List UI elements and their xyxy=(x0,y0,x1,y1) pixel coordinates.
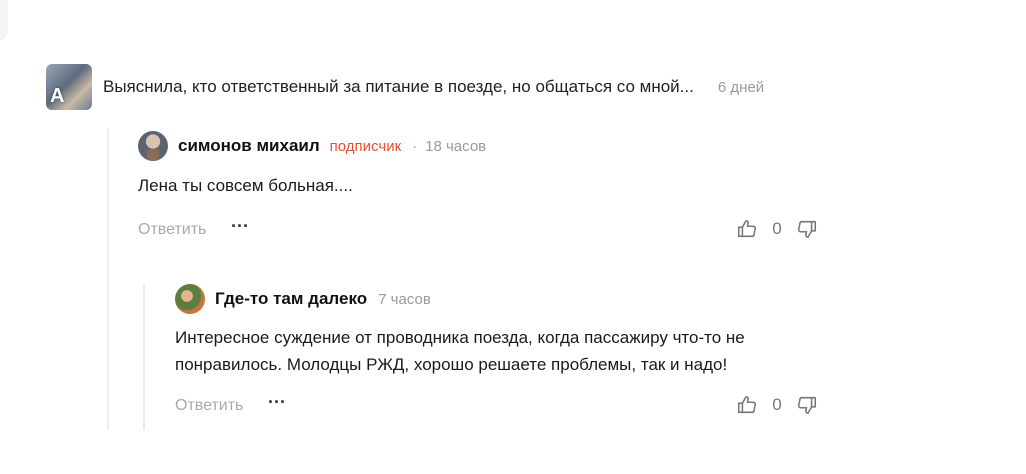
avatar[interactable] xyxy=(175,284,205,314)
thumbs-down-icon[interactable] xyxy=(796,394,818,416)
thumbs-up-icon[interactable] xyxy=(736,394,758,416)
thumbnail-letter: A xyxy=(50,85,65,107)
more-dots-icon[interactable]: ··· xyxy=(268,392,286,413)
comment-author[interactable]: симонов михаил xyxy=(178,136,320,156)
more-dots-icon[interactable]: ··· xyxy=(231,216,249,237)
article-link[interactable]: A Выяснила, кто ответственный за питание… xyxy=(46,64,764,110)
comment-header: симонов михаил подписчик · 18 часов xyxy=(138,131,878,161)
comment-reply: Где-то там далеко 7 часов Интересное суж… xyxy=(175,284,875,418)
comment-author[interactable]: Где-то там далеко xyxy=(215,289,367,309)
reply-button[interactable]: Ответить xyxy=(175,397,243,415)
thread-line-level-1 xyxy=(107,128,109,430)
comment-actions: Ответить ··· 0 xyxy=(175,392,875,418)
comment-actions: Ответить ··· 0 xyxy=(138,216,878,242)
comment: симонов михаил подписчик · 18 часов Лена… xyxy=(138,131,878,242)
reply-button[interactable]: Ответить xyxy=(138,221,206,239)
vote-controls: 0 xyxy=(736,394,818,416)
avatar[interactable] xyxy=(138,131,168,161)
like-count: 0 xyxy=(772,395,782,414)
comment-text-line: понравилось. Молодцы РЖД, хорошо решаете… xyxy=(175,355,728,374)
subscriber-badge: подписчик xyxy=(329,137,402,155)
comment-time: 18 часов xyxy=(425,137,487,155)
like-count: 0 xyxy=(772,219,782,238)
comment-text: Интересное суждение от проводника поезда… xyxy=(175,324,875,378)
thumbs-down-icon[interactable] xyxy=(796,218,818,240)
thumbs-up-icon[interactable] xyxy=(736,218,758,240)
vote-controls: 0 xyxy=(736,218,818,240)
separator-dot: · xyxy=(412,137,418,155)
article-title[interactable]: Выяснила, кто ответственный за питание в… xyxy=(103,77,694,97)
comment-text-line: Интересное суждение от проводника поезда… xyxy=(175,328,745,347)
comment-header: Где-то там далеко 7 часов xyxy=(175,284,875,314)
thread-line-level-2 xyxy=(143,283,145,430)
comment-time: 7 часов xyxy=(378,290,431,308)
article-time: 6 дней xyxy=(717,78,765,96)
corner-card xyxy=(0,0,8,40)
article-thumbnail: A xyxy=(46,64,92,110)
comment-text: Лена ты совсем больная.... xyxy=(138,176,353,195)
